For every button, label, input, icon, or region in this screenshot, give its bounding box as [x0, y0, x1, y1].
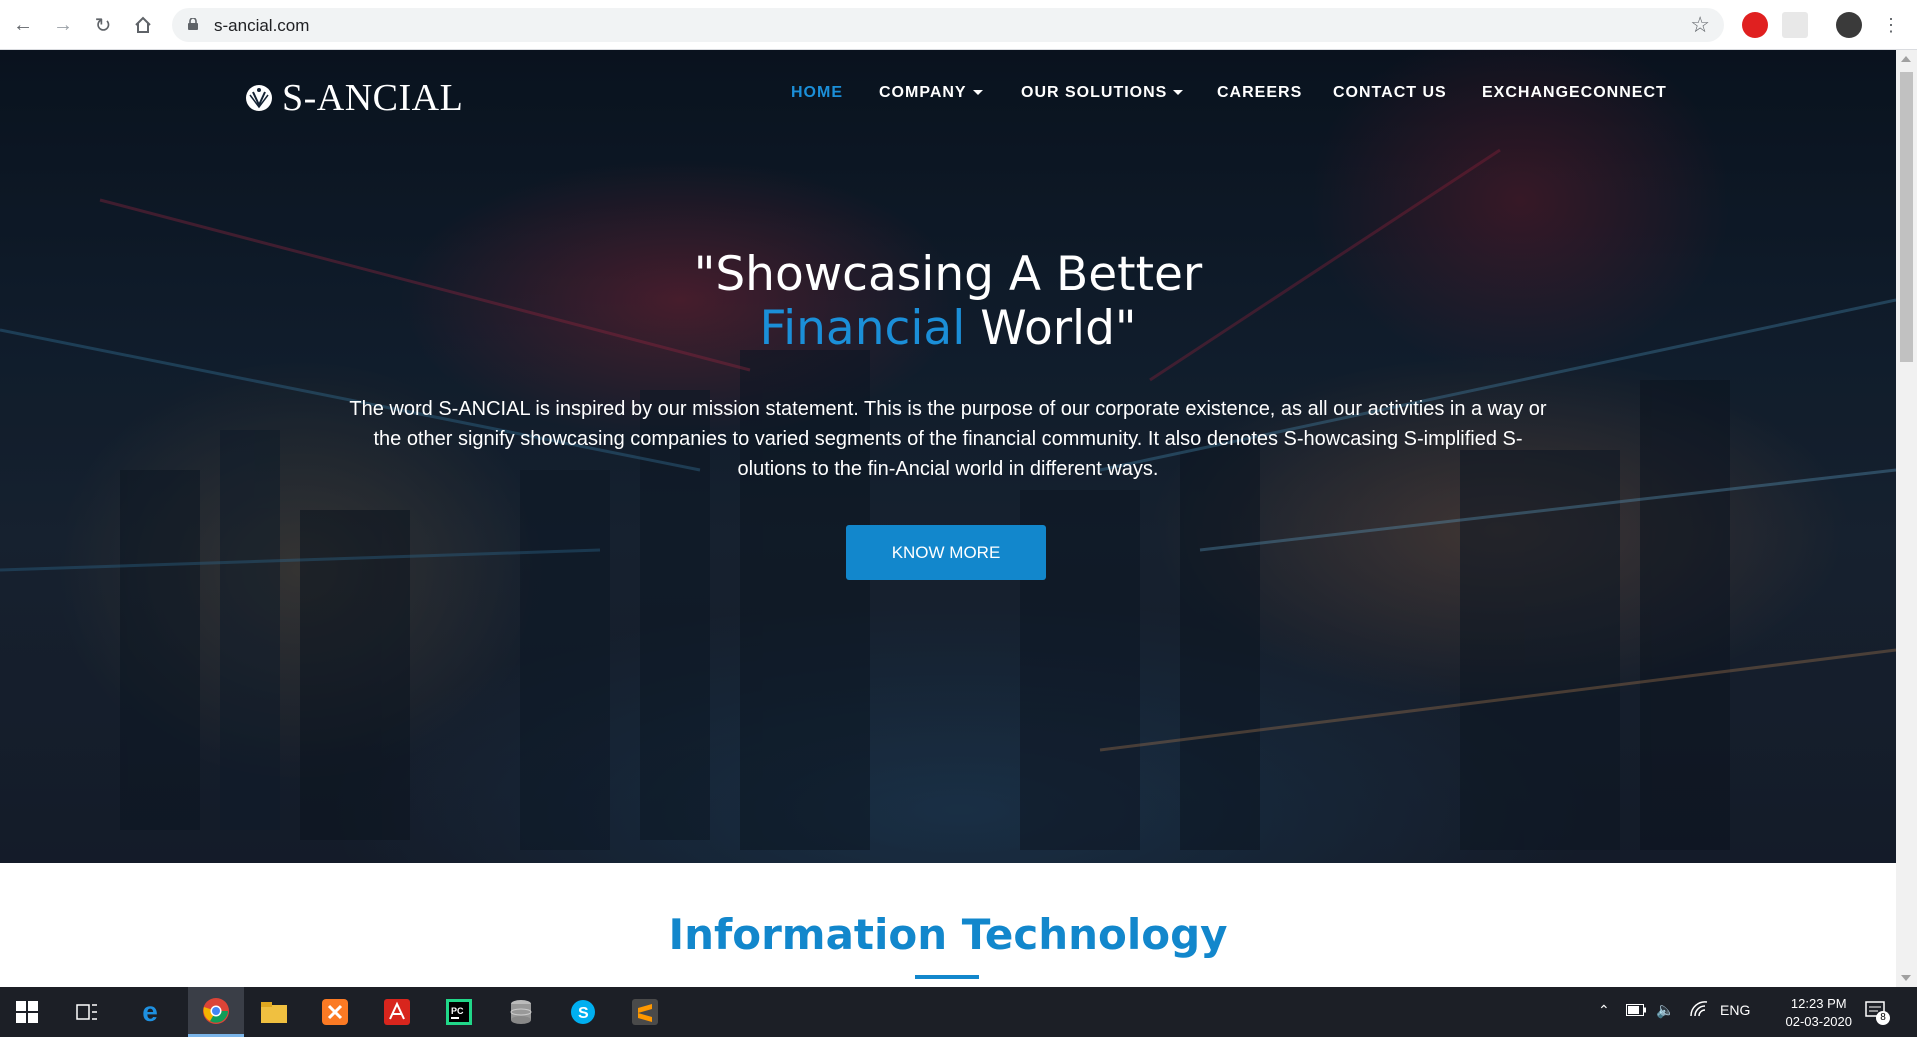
database-icon[interactable] — [506, 997, 536, 1027]
notification-center-icon[interactable]: 8 — [1864, 999, 1890, 1026]
hero-description: The word S-ANCIAL is inspired by our mis… — [349, 398, 1547, 480]
section-divider — [915, 975, 979, 979]
reload-icon[interactable]: ↻ — [88, 10, 118, 40]
notification-count-badge: 8 — [1876, 1011, 1890, 1025]
svg-text:S: S — [578, 1005, 589, 1022]
windows-start-icon[interactable] — [12, 997, 42, 1027]
sublime-text-icon[interactable] — [630, 997, 660, 1027]
wifi-icon[interactable] — [1690, 1001, 1708, 1020]
scroll-up-icon[interactable] — [1901, 56, 1911, 62]
tray-chevron-up-icon[interactable]: ⌃ — [1598, 1002, 1610, 1019]
adobe-reader-icon[interactable] — [382, 997, 412, 1027]
file-explorer-icon[interactable] — [259, 997, 289, 1027]
system-clock[interactable]: 12:23 PM 02-03-2020 — [1786, 995, 1853, 1031]
language-indicator[interactable]: ENG — [1720, 1002, 1750, 1018]
skype-icon[interactable]: S — [568, 997, 598, 1027]
hero-headline-accent: Financial — [759, 301, 966, 356]
back-icon[interactable]: ← — [8, 10, 38, 40]
pycharm-icon[interactable]: PC — [444, 997, 474, 1027]
task-view-icon[interactable] — [72, 997, 102, 1027]
url-text[interactable]: s-ancial.com — [214, 16, 309, 36]
logo-text: S-ANCIAL — [282, 77, 464, 119]
logo-mark-icon — [246, 85, 272, 111]
nav-company-label: COMPANY — [879, 84, 967, 101]
windows-taskbar: e PC S ⌃ 🔈 ENG 12:23 PM 02-03-2020 8 — [0, 987, 1917, 1037]
clock-time: 12:23 PM — [1790, 996, 1847, 1011]
hero-section: S-ANCIAL HOME COMPANY OUR SOLUTIONS CARE… — [0, 50, 1896, 863]
home-icon[interactable] — [128, 10, 158, 40]
opera-extension-icon[interactable] — [1742, 12, 1768, 38]
address-bar[interactable]: s-ancial.com ☆ — [172, 8, 1724, 42]
nav-company[interactable]: COMPANY — [879, 84, 983, 102]
nav-exchangeconnect[interactable]: EXCHANGECONNECT — [1482, 84, 1667, 102]
site-logo[interactable]: S-ANCIAL — [244, 76, 463, 120]
battery-icon[interactable] — [1626, 1003, 1646, 1019]
nav-contact-us[interactable]: CONTACT US — [1333, 84, 1447, 102]
nav-careers[interactable]: CAREERS — [1217, 84, 1302, 102]
hero-headline-line1: "Showcasing A Better — [693, 247, 1203, 302]
page-scrollbar[interactable] — [1896, 50, 1917, 987]
xampp-icon[interactable] — [320, 997, 350, 1027]
know-more-button[interactable]: KNOW MORE — [846, 525, 1046, 580]
nav-our-solutions-label: OUR SOLUTIONS — [1021, 84, 1168, 101]
nav-our-solutions[interactable]: OUR SOLUTIONS — [1021, 84, 1184, 102]
lock-icon — [188, 18, 198, 30]
menu-kebab-icon[interactable]: ⋮ — [1876, 10, 1906, 40]
edge-browser-icon[interactable]: e — [135, 996, 165, 1027]
extension-icon[interactable] — [1782, 12, 1808, 38]
browser-toolbar: ← → ↻ s-ancial.com ☆ ⋮ — [0, 0, 1917, 50]
nav-home[interactable]: HOME — [791, 84, 843, 102]
section-title: Information Technology — [668, 910, 1228, 959]
profile-avatar[interactable] — [1836, 12, 1862, 38]
scroll-down-icon[interactable] — [1901, 975, 1911, 981]
hero-headline-rest: World" — [965, 301, 1137, 356]
hero-headline-line2: Financial World" — [0, 302, 1896, 356]
forward-icon[interactable]: → — [48, 10, 78, 40]
bookmark-star-icon[interactable]: ☆ — [1690, 12, 1710, 38]
scroll-thumb[interactable] — [1900, 72, 1913, 362]
chevron-down-icon — [972, 90, 983, 96]
svg-text:PC: PC — [451, 1006, 464, 1016]
volume-icon[interactable]: 🔈 — [1656, 1001, 1675, 1019]
clock-date: 02-03-2020 — [1785, 1014, 1853, 1029]
chevron-down-icon — [1173, 90, 1184, 96]
chrome-taskbar-icon[interactable] — [188, 987, 244, 1037]
